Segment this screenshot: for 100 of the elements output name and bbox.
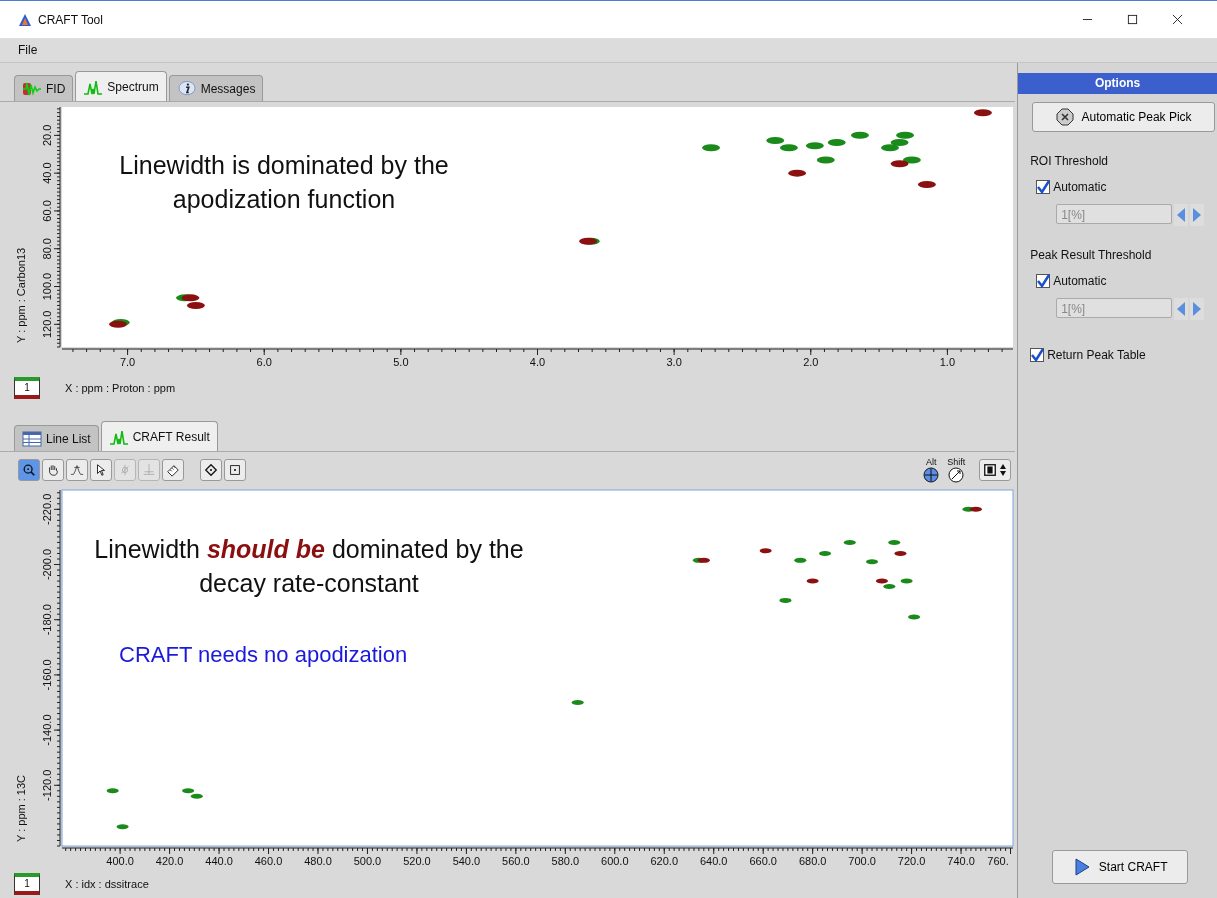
x-tick-label: 3.0	[666, 356, 682, 368]
y-tick-label: 80.0	[41, 238, 53, 260]
peak-marker	[894, 550, 907, 556]
peak-marker	[908, 614, 921, 620]
annotation-text: Linewidth is dominated by the apodization function	[118, 150, 450, 215]
checkbox[interactable]	[1036, 180, 1051, 194]
y-axis-label: Y : ppm : Carbon13	[15, 247, 27, 343]
hand-icon	[46, 463, 60, 477]
peak-marker	[819, 550, 832, 556]
peak-marker	[702, 144, 721, 152]
checkbox-label[interactable]: Return Peak Table	[1047, 348, 1146, 362]
peak-marker	[779, 597, 792, 603]
checkbox[interactable]	[1030, 348, 1045, 362]
crosshair-icon[interactable]	[923, 467, 940, 483]
zoom-icon	[22, 463, 36, 477]
y-tick-label: 100.0	[41, 272, 53, 301]
peak-marker	[571, 700, 584, 705]
maximize-icon[interactable]	[1127, 14, 1138, 25]
x-tick-label: 400.0	[106, 855, 134, 867]
section-label: Peak Result Threshold	[1030, 248, 1153, 262]
x-tick-label: 720.0	[897, 855, 926, 867]
peak-marker	[900, 578, 913, 584]
rotate-icon[interactable]	[948, 467, 965, 483]
x-tick-label: 4.0	[529, 356, 546, 368]
modifier-key-label: Alt	[925, 457, 937, 467]
x-tick-label: 640.0	[699, 855, 728, 867]
stop-icon	[1055, 108, 1074, 126]
y-tick-label: 60.0	[41, 200, 53, 222]
x-tick-label: 540.0	[452, 855, 481, 867]
x-tick-label: 1.0	[939, 356, 956, 368]
y-tick-label: -160.0	[41, 659, 53, 691]
tool-button[interactable]	[18, 459, 40, 481]
y-tick-label: -200.0	[41, 548, 53, 581]
x-tick-label: 520.0	[403, 855, 431, 867]
tab[interactable]: FID	[14, 75, 74, 101]
modifier-key-label: Shift	[947, 457, 966, 467]
x-tick-label: 560.0	[502, 855, 530, 867]
peak-pick-button[interactable]: Automatic Peak Pick	[1032, 102, 1215, 132]
peak-marker	[806, 578, 819, 584]
x-tick-label: 2.0	[803, 356, 819, 368]
display-mode-button[interactable]	[979, 459, 1012, 481]
x-tick-label: 5.0	[393, 356, 409, 368]
layer-indicator: 1	[14, 873, 40, 895]
y-tick-label: 120.0	[41, 310, 53, 339]
peak-marker	[843, 539, 856, 545]
tab[interactable]: Messages	[168, 75, 264, 101]
tool-button[interactable]	[224, 459, 246, 481]
y-tick-label: 20.0	[41, 124, 53, 147]
tool-button[interactable]	[90, 459, 112, 481]
checkbox-label[interactable]: Automatic	[1053, 274, 1107, 288]
up-down-arrows-icon	[999, 462, 1008, 478]
start-button[interactable]: Start CRAFT	[1052, 850, 1189, 884]
peak-marker	[866, 559, 878, 565]
x-tick-label: 680.0	[798, 855, 827, 867]
pointer-icon	[94, 463, 108, 477]
baseline-icon	[142, 463, 156, 477]
x-tick-label: 460.0	[254, 855, 283, 867]
tab[interactable]: Spectrum	[75, 71, 167, 101]
spectrum-peaks-icon	[83, 78, 104, 95]
x-tick-label: 740.0	[947, 855, 975, 867]
window-title: CRAFT Tool	[38, 12, 103, 27]
x-tick-label: 440.0	[205, 855, 233, 867]
peak-marker	[816, 156, 835, 164]
y-tick-label: -180.0	[41, 604, 53, 636]
tool-button[interactable]	[200, 459, 222, 481]
checkbox[interactable]	[1036, 274, 1051, 288]
info-icon	[176, 80, 197, 97]
peak-marker	[888, 539, 901, 545]
peak-marker	[917, 181, 936, 188]
close-icon[interactable]	[1172, 14, 1183, 25]
x-tick-label: 420.0	[155, 855, 184, 867]
spectrum-peaks-icon	[108, 428, 129, 445]
annotation-text: CRAFT needs no apodization	[119, 641, 408, 669]
x-axis-label: X : ppm : Proton : ppm	[65, 382, 176, 394]
x-tick-label: 700.0	[848, 855, 876, 867]
x-tick-label: 6.0	[256, 356, 272, 368]
x-tick-label: 660.0	[749, 855, 777, 867]
x-tick-label: 760.	[987, 855, 1009, 867]
options-header: Options	[1018, 73, 1217, 94]
peak-marker	[116, 824, 129, 830]
x-tick-label: 500.0	[353, 855, 382, 867]
book-icon	[983, 463, 998, 477]
peak-marker	[106, 788, 119, 794]
diamond-icon	[204, 463, 218, 477]
peak-marker	[788, 169, 807, 177]
tab[interactable]: Line List	[14, 425, 99, 451]
menu-item[interactable]: File	[18, 43, 38, 57]
peak-icon	[70, 463, 84, 477]
annotation-text: Linewidth should be dominated by the decay rate-constant	[94, 534, 524, 599]
play-icon	[1072, 858, 1091, 876]
x-tick-label: 580.0	[551, 855, 580, 867]
tool-button[interactable]	[162, 459, 184, 481]
x-tick-label: 620.0	[650, 855, 678, 867]
peak-marker	[794, 557, 807, 563]
table-icon	[22, 430, 42, 447]
peak-marker	[805, 142, 824, 150]
checkbox-label[interactable]: Automatic	[1053, 180, 1107, 194]
y-axis-label: Y : ppm : 13C	[15, 774, 27, 842]
tab[interactable]: CRAFT Result	[100, 421, 218, 451]
layer-indicator: 1	[14, 377, 40, 399]
